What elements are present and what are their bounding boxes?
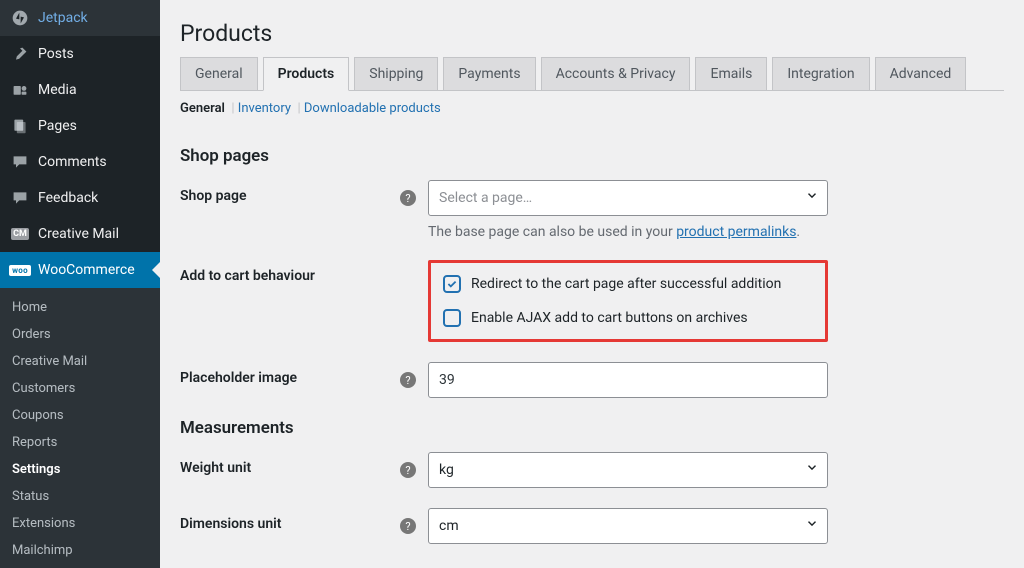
sidebar-item-media[interactable]: Media xyxy=(0,72,160,108)
help-icon[interactable]: ? xyxy=(400,462,416,478)
dimensions-unit-label: Dimensions unit xyxy=(180,508,400,532)
settings-tabs: General Products Shipping Payments Accou… xyxy=(180,57,1004,91)
help-icon[interactable]: ? xyxy=(400,190,416,206)
weight-unit-select[interactable]: kg xyxy=(428,452,828,488)
admin-sidebar: Jetpack Posts Media Pages Comments Feedb… xyxy=(0,0,160,568)
page-icon xyxy=(10,116,30,136)
shop-page-label: Shop page xyxy=(180,180,400,204)
ajax-label: Enable AJAX add to cart buttons on archi… xyxy=(471,310,748,326)
redirect-label: Redirect to the cart page after successf… xyxy=(471,276,781,292)
sidebar-item-label: Comments xyxy=(38,154,107,170)
row-add-to-cart: Add to cart behaviour Redirect to the ca… xyxy=(180,260,1004,342)
tab-shipping[interactable]: Shipping xyxy=(354,57,438,90)
comment-icon xyxy=(10,188,30,208)
row-shop-page: Shop page ? Select a page… The base page… xyxy=(180,180,1004,240)
comment-icon xyxy=(10,152,30,172)
shop-page-select[interactable]: Select a page… xyxy=(428,180,828,216)
page-title: Products xyxy=(160,0,1024,57)
media-icon xyxy=(10,80,30,100)
cm-icon: CM xyxy=(10,224,30,244)
placeholder-image-label: Placeholder image xyxy=(180,362,400,386)
tab-accounts[interactable]: Accounts & Privacy xyxy=(541,57,691,90)
subtab-general[interactable]: General xyxy=(180,101,225,116)
subtab-downloadable[interactable]: Downloadable products xyxy=(304,101,441,116)
submenu-mailchimp[interactable]: Mailchimp xyxy=(0,537,160,564)
select-value: kg xyxy=(439,462,454,478)
cart-behaviour-label: Add to cart behaviour xyxy=(180,260,400,284)
chevron-down-icon xyxy=(805,187,819,209)
submenu-status[interactable]: Status xyxy=(0,483,160,510)
product-permalinks-link[interactable]: product permalinks xyxy=(676,224,796,240)
submenu-home[interactable]: Home xyxy=(0,294,160,321)
sidebar-item-pages[interactable]: Pages xyxy=(0,108,160,144)
highlight-box: Redirect to the cart page after successf… xyxy=(428,260,828,342)
checkbox-unchecked-icon[interactable] xyxy=(443,309,461,327)
sidebar-item-label: Posts xyxy=(38,46,74,62)
sidebar-item-jetpack[interactable]: Jetpack xyxy=(0,0,160,36)
woo-icon: woo xyxy=(10,260,30,280)
submenu-settings[interactable]: Settings xyxy=(0,456,160,483)
shop-page-desc: The base page can also be used in your p… xyxy=(428,224,828,240)
sub-tabs: General | Inventory | Downloadable produ… xyxy=(180,101,1004,116)
redirect-checkbox-row[interactable]: Redirect to the cart page after successf… xyxy=(443,275,813,293)
section-shop-pages: Shop pages xyxy=(180,146,1004,166)
help-icon[interactable]: ? xyxy=(400,372,416,388)
sidebar-item-label: WooCommerce xyxy=(38,262,135,278)
section-measurements: Measurements xyxy=(180,418,1004,438)
sidebar-item-posts[interactable]: Posts xyxy=(0,36,160,72)
row-weight-unit: Weight unit ? kg xyxy=(180,452,1004,488)
checkbox-checked-icon[interactable] xyxy=(443,275,461,293)
select-placeholder: Select a page… xyxy=(439,190,532,206)
tab-payments[interactable]: Payments xyxy=(443,57,535,90)
placeholder-image-input[interactable] xyxy=(428,362,828,398)
jetpack-icon xyxy=(10,8,30,28)
tab-general[interactable]: General xyxy=(180,57,258,90)
submenu-creative-mail[interactable]: Creative Mail xyxy=(0,348,160,375)
woocommerce-submenu: Home Orders Creative Mail Customers Coup… xyxy=(0,288,160,568)
chevron-down-icon xyxy=(805,515,819,537)
subtab-inventory[interactable]: Inventory xyxy=(238,101,291,116)
sidebar-item-label: Pages xyxy=(38,118,77,134)
sidebar-item-label: Creative Mail xyxy=(38,226,119,242)
submenu-orders[interactable]: Orders xyxy=(0,321,160,348)
submenu-extensions[interactable]: Extensions xyxy=(0,510,160,537)
chevron-down-icon xyxy=(805,459,819,481)
main-content: Products General Products Shipping Payme… xyxy=(160,0,1024,568)
sidebar-item-feedback[interactable]: Feedback xyxy=(0,180,160,216)
ajax-checkbox-row[interactable]: Enable AJAX add to cart buttons on archi… xyxy=(443,309,813,327)
dimensions-unit-select[interactable]: cm xyxy=(428,508,828,544)
weight-unit-label: Weight unit xyxy=(180,452,400,476)
sidebar-item-creative-mail[interactable]: CM Creative Mail xyxy=(0,216,160,252)
tab-advanced[interactable]: Advanced xyxy=(875,57,967,90)
submenu-reports[interactable]: Reports xyxy=(0,429,160,456)
row-placeholder-image: Placeholder image ? xyxy=(180,362,1004,398)
submenu-coupons[interactable]: Coupons xyxy=(0,402,160,429)
sidebar-item-label: Feedback xyxy=(38,190,98,206)
tab-products[interactable]: Products xyxy=(263,57,350,91)
sidebar-item-label: Media xyxy=(38,82,77,98)
sidebar-item-comments[interactable]: Comments xyxy=(0,144,160,180)
select-value: cm xyxy=(439,518,459,534)
sidebar-item-woocommerce[interactable]: woo WooCommerce xyxy=(0,252,160,288)
tab-emails[interactable]: Emails xyxy=(695,57,767,90)
pin-icon xyxy=(10,44,30,64)
help-icon[interactable]: ? xyxy=(400,518,416,534)
row-dimensions-unit: Dimensions unit ? cm xyxy=(180,508,1004,544)
sidebar-item-label: Jetpack xyxy=(38,10,88,26)
submenu-customers[interactable]: Customers xyxy=(0,375,160,402)
tab-integration[interactable]: Integration xyxy=(772,57,869,90)
